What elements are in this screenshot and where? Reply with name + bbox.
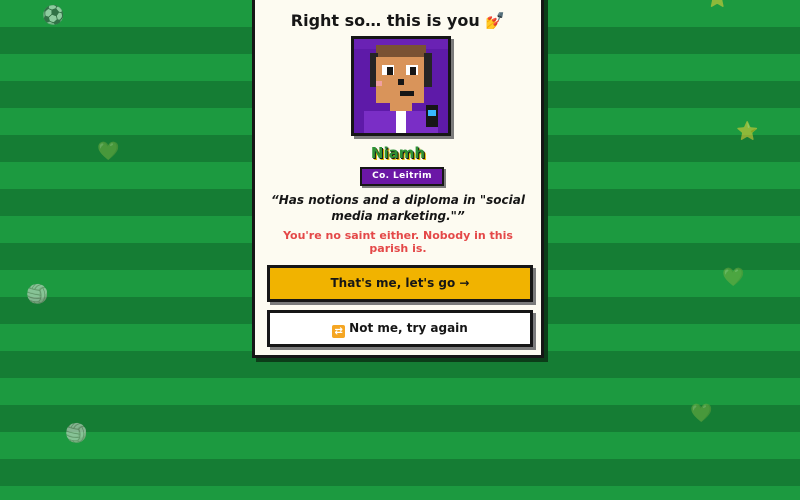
character-portrait (351, 36, 451, 136)
shuffle-icon: ⇄ (332, 325, 346, 338)
character-reveal-card: Right so… this is you 💅 Niamh Co. Leitri… (252, 0, 544, 358)
green-heart-icon: 💚 (97, 141, 120, 162)
confirm-character-button[interactable]: That's me, let's go → (267, 265, 533, 302)
character-quote: “Has notions and a diploma in "social me… (271, 193, 525, 223)
volleyball-icon: 🏐 (26, 284, 49, 305)
green-heart-icon: 💚 (722, 267, 745, 288)
star-icon: ⭐ (736, 121, 759, 142)
pixel-avatar-icon (354, 39, 448, 133)
reroll-button-label: Not me, try again (349, 321, 468, 335)
volleyball-icon: 🏐 (65, 423, 88, 444)
green-heart-icon: 💚 (690, 403, 713, 424)
character-retort: You're no saint either. Nobody in this p… (283, 229, 513, 255)
football-icon: ⚽ (42, 5, 65, 26)
reveal-title: Right so… this is you 💅 (255, 11, 541, 30)
nail-polish-icon: 💅 (485, 11, 506, 30)
reroll-character-button[interactable]: ⇄ Not me, try again (267, 310, 533, 347)
character-name: Niamh (370, 144, 426, 162)
confirm-button-label: That's me, let's go → (330, 276, 470, 290)
county-badge: Co. Leitrim (360, 167, 444, 186)
reveal-title-text: Right so… this is you (290, 11, 480, 30)
star-icon: ⭐ (706, 0, 728, 8)
